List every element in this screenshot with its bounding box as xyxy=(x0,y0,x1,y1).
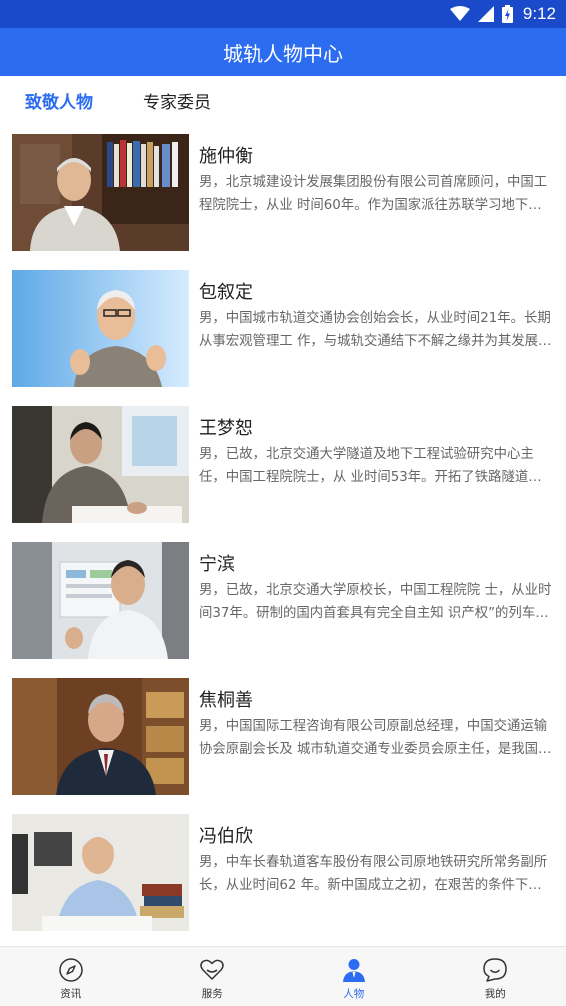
compass-icon xyxy=(59,958,83,982)
person-photo xyxy=(12,678,189,795)
cell-signal-icon xyxy=(477,6,494,22)
nav-item-mine[interactable]: 我的 xyxy=(425,947,566,1006)
tab-expert-committee[interactable]: 专家委员 xyxy=(143,88,211,113)
list-item[interactable]: 宁滨 男，已故，北京交通大学原校长，中国工程院院 士，从业时间37年。研制的国内… xyxy=(0,532,566,668)
status-icons: 9:12 xyxy=(449,0,556,28)
wifi-icon xyxy=(449,6,470,21)
page-title: 城轨人物中心 xyxy=(223,41,343,66)
list-item[interactable]: 焦桐善 男，中国国际工程咨询有限公司原副总经理，中国交通运输协会原副会长及 城市… xyxy=(0,668,566,804)
chat-smile-icon xyxy=(483,958,507,982)
person-name: 包叙定 xyxy=(199,282,253,303)
list-item[interactable]: 施仲衡 男，北京城建设计发展集团股份有限公司首席顾问，中国工程院院士，从业 时间… xyxy=(0,124,566,260)
nav-label: 服务 xyxy=(201,988,223,1000)
nav-label: 我的 xyxy=(484,988,506,1000)
nav-item-news[interactable]: 资讯 xyxy=(0,947,142,1006)
person-icon xyxy=(342,959,365,982)
person-photo xyxy=(12,406,189,523)
person-description: 男，已故，北京交通大学原校长，中国工程院院 士，从业时间37年。研制的国内首套具… xyxy=(199,583,552,621)
person-description: 男，中车长春轨道客车股份有限公司原地铁研究所常务副所长，从业时间62 年。新中国… xyxy=(199,855,548,893)
list-item[interactable]: 冯伯欣 男，中车长春轨道客车股份有限公司原地铁研究所常务副所长，从业时间62 年… xyxy=(0,804,566,940)
person-photo xyxy=(12,270,189,387)
person-description: 男，中国国际工程咨询有限公司原副总经理，中国交通运输协会原副会长及 城市轨道交通… xyxy=(199,719,552,757)
list-item[interactable]: 王梦恕 男，已故，北京交通大学隧道及地下工程试验研究中心主任，中国工程院院士，从… xyxy=(0,396,566,532)
person-name: 宁滨 xyxy=(199,554,235,575)
nav-label: 人物 xyxy=(343,988,365,1000)
person-name: 施仲衡 xyxy=(199,146,253,167)
bottom-nav: 资讯 服务 人物 我的 xyxy=(0,946,566,1006)
person-name: 王梦恕 xyxy=(199,418,253,439)
tab-bar: 致敬人物 专家委员 xyxy=(0,76,566,124)
nav-label: 资讯 xyxy=(60,988,82,1000)
nav-item-people[interactable]: 人物 xyxy=(283,947,425,1006)
tab-tribute-figures[interactable]: 致敬人物 xyxy=(25,88,93,113)
battery-charging-icon xyxy=(501,5,513,23)
list-item[interactable]: 包叙定 男，中国城市轨道交通协会创始会长，从业时间21年。长期从事宏观管理工 作… xyxy=(0,260,566,396)
heart-icon xyxy=(200,959,224,980)
person-name: 焦桐善 xyxy=(199,690,253,711)
person-description: 男，已故，北京交通大学隧道及地下工程试验研究中心主任，中国工程院院士，从 业时间… xyxy=(199,447,542,485)
person-description: 男，中国城市轨道交通协会创始会长，从业时间21年。长期从事宏观管理工 作，与城轨… xyxy=(199,311,552,349)
status-bar: 9:12 xyxy=(0,0,566,28)
person-name: 冯伯欣 xyxy=(199,826,253,847)
nav-item-services[interactable]: 服务 xyxy=(142,947,284,1006)
person-photo xyxy=(12,134,189,251)
status-time: 9:12 xyxy=(522,4,556,23)
person-photo xyxy=(12,814,189,931)
person-description: 男，北京城建设计发展集团股份有限公司首席顾问，中国工程院院士，从业 时间60年。… xyxy=(199,175,548,213)
app-bar: 城轨人物中心 xyxy=(0,28,566,76)
person-photo xyxy=(12,542,189,659)
